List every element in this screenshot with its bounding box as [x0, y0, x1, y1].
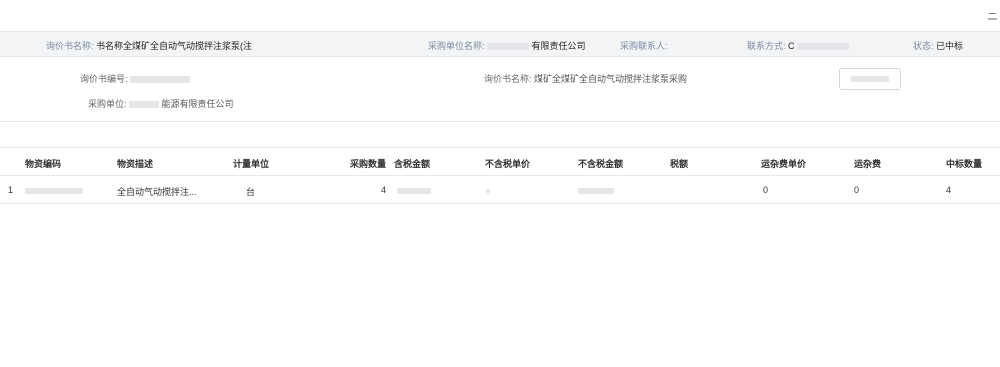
column-header[interactable]: 不含税金额: [578, 157, 623, 170]
redacted-mask: [851, 76, 889, 82]
inquiry-title-value: 煤矿全煤矿全自动气动搅拌注浆泵采购: [534, 74, 688, 84]
contact-label: 采购联系人:: [620, 41, 668, 51]
table-row[interactable]: 1 全自动气动搅拌注... 台 4 0 0 4: [0, 176, 1000, 204]
status-field: 状态: 已中标: [913, 39, 963, 52]
inquiry-name-label: 询价书名称:: [46, 41, 94, 51]
column-header[interactable]: 运杂费: [854, 157, 881, 170]
detail-section: 询价书编号: 询价书名称: 煤矿全煤矿全自动气动搅拌注浆泵采购 采购单位: 能源…: [0, 60, 1000, 122]
purchasing-unit-value: 能源有限责任公司: [161, 99, 234, 109]
inquiry-number-field: 询价书编号:: [80, 72, 191, 85]
column-header[interactable]: 税额: [670, 157, 688, 170]
redacted-mask: [397, 187, 431, 194]
redacted-mask: [486, 188, 490, 193]
summary-bar: 询价书名称: 书名称全煤矿全自动气动搅拌注浆泵(注 采购单位名称: 有限责任公司…: [0, 31, 1000, 57]
column-header[interactable]: 不含税单价: [485, 157, 530, 170]
column-header[interactable]: 物资描述: [117, 157, 153, 170]
purchaser-name-value: 有限责任公司: [531, 41, 586, 51]
cell-amount-ex-tax: [578, 185, 614, 195]
cell-unit-price-ex-tax: [486, 185, 490, 195]
phone-value: C: [788, 41, 795, 51]
status-value: 已中标: [936, 41, 964, 51]
cell-freight: 0: [854, 185, 860, 195]
purchaser-name-field: 采购单位名称: 有限责任公司: [428, 39, 586, 52]
column-header[interactable]: 物资编码: [25, 157, 61, 170]
column-header[interactable]: 计量单位: [233, 157, 269, 170]
column-header[interactable]: 运杂费单价: [761, 157, 806, 170]
contact-field: 采购联系人:: [620, 39, 668, 52]
redacted-mask: [578, 187, 614, 194]
inquiry-title-field: 询价书名称: 煤矿全煤矿全自动气动搅拌注浆泵采购: [484, 72, 687, 85]
inquiry-title-label: 询价书名称:: [484, 74, 532, 84]
purchaser-name-label: 采购单位名称:: [428, 41, 485, 51]
status-label: 状态:: [913, 41, 934, 51]
redacted-mask: [25, 187, 83, 194]
cell-tax-amount: [397, 185, 431, 195]
row-index: 1: [8, 185, 14, 195]
cell-quantity: 4: [381, 185, 387, 195]
materials-table: 物资编码 物资描述 计量单位 采购数量 含税金额 不含税单价 不含税金额 税额 …: [0, 147, 1000, 204]
inquiry-name-value: 书名称全煤矿全自动气动搅拌注浆泵(注: [96, 41, 253, 51]
column-header[interactable]: 采购数量: [350, 157, 386, 170]
redacted-mask: [129, 101, 160, 109]
cell-code: [25, 185, 83, 195]
table-header: 物资编码 物资描述 计量单位 采购数量 含税金额 不含税单价 不含税金额 税额 …: [0, 147, 1000, 176]
inquiry-name-field: 询价书名称: 书名称全煤矿全自动气动搅拌注浆泵(注: [46, 39, 252, 52]
inquiry-number-label: 询价书编号:: [80, 74, 128, 84]
redacted-mask: [130, 76, 191, 84]
cell-unit: 台: [246, 187, 256, 197]
cell-freight-unit-price: 0: [763, 185, 769, 195]
cell-description[interactable]: 全自动气动搅拌注...: [117, 185, 197, 198]
top-strip: ニ: [0, 0, 1000, 30]
redacted-mask: [797, 43, 850, 51]
window-control-icon[interactable]: ニ: [987, 8, 998, 24]
action-button[interactable]: [839, 68, 901, 90]
phone-field: 联系方式: C: [747, 39, 850, 52]
cell-awarded-quantity: 4: [946, 185, 952, 195]
redacted-mask: [487, 43, 530, 51]
column-header[interactable]: 含税金额: [394, 157, 430, 170]
phone-label: 联系方式:: [747, 41, 786, 51]
column-header[interactable]: 中标数量: [946, 157, 982, 170]
purchasing-unit-label: 采购单位:: [88, 99, 127, 109]
purchasing-unit-field: 采购单位: 能源有限责任公司: [88, 97, 234, 110]
